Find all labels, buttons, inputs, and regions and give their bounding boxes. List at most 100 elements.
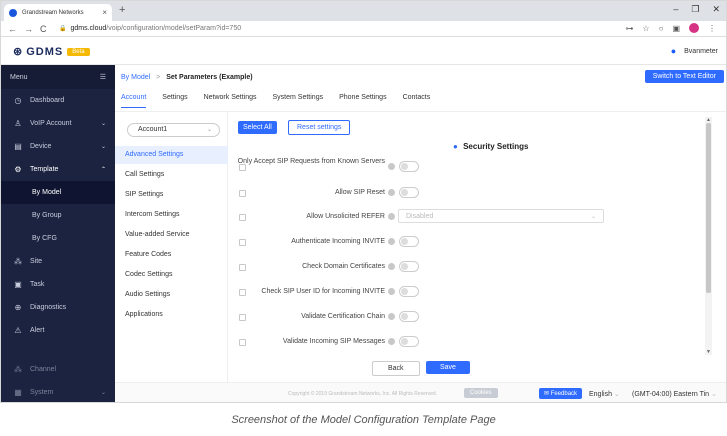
sidebar-item-site[interactable]: ⁂ Site	[1, 250, 115, 273]
browser-menu-icon[interactable]: ⋮	[708, 24, 716, 33]
breadcrumb-link[interactable]: By Model	[121, 74, 150, 81]
extension-icon[interactable]: ▣	[672, 24, 680, 33]
reset-settings-button[interactable]: Reset settings	[288, 120, 351, 135]
list-item-applications[interactable]: Applications	[115, 306, 228, 324]
sidebar-subitem-by-cfg[interactable]: By CFG	[1, 227, 115, 250]
cookies-button[interactable]: Cookies	[464, 388, 498, 398]
switch-to-text-editor-button[interactable]: Switch to Text Editor	[644, 70, 724, 83]
back-button[interactable]: Back	[372, 361, 420, 376]
system-icon: ▦	[14, 388, 22, 397]
setting-label: Validate Incoming SIP Messages	[282, 338, 385, 345]
scroll-down-icon[interactable]: ▼	[705, 349, 712, 355]
close-window-icon[interactable]: ✕	[712, 4, 720, 15]
copyright-text: Copyright © 2019 Grandstream Networks, I…	[288, 391, 438, 397]
footer: Copyright © 2019 Grandstream Networks, I…	[115, 382, 726, 402]
list-item-sip-settings[interactable]: SIP Settings	[115, 186, 228, 204]
main-content: By Model > Set Parameters (Example) Swit…	[115, 65, 726, 402]
list-item-intercom-settings[interactable]: Intercom Settings	[115, 206, 228, 224]
bell-icon[interactable]: ●	[671, 46, 676, 56]
maximize-icon[interactable]: ❐	[691, 4, 699, 15]
timezone-select[interactable]: (GMT-04:00) Eastern Tin ⌄	[632, 390, 717, 398]
setting-toggle[interactable]	[399, 286, 419, 297]
setting-toggle[interactable]	[399, 261, 419, 272]
save-button[interactable]: Save	[426, 361, 470, 374]
minimize-icon[interactable]: –	[673, 4, 678, 15]
scrollbar-thumb[interactable]	[706, 123, 711, 293]
tab-account[interactable]: Account	[121, 94, 147, 108]
sidebar-item-alert[interactable]: ⚠ Alert	[1, 319, 115, 342]
setting-row: Validate Incoming SIP Messages	[233, 333, 703, 353]
gdms-logo[interactable]: ⊛ GDMS Beta	[13, 45, 90, 58]
diagnostics-icon: ⊕	[14, 303, 22, 312]
tab-contacts[interactable]: Contacts	[403, 94, 431, 108]
star-icon[interactable]: ☆	[642, 24, 649, 33]
help-icon[interactable]	[388, 263, 395, 270]
help-icon[interactable]	[388, 238, 395, 245]
setting-toggle[interactable]	[399, 187, 419, 198]
list-item-audio-settings[interactable]: Audio Settings	[115, 286, 228, 304]
setting-toggle[interactable]	[399, 236, 419, 247]
setting-select[interactable]: Disabled ⌄	[398, 209, 604, 223]
browser-tab-strip: Grandstream Networks × + – ❐ ✕	[1, 1, 726, 21]
circle-icon[interactable]: ○	[659, 24, 664, 33]
setting-row: Check SIP User ID for Incoming INVITE	[233, 283, 703, 303]
list-item-call-settings[interactable]: Call Settings	[115, 166, 228, 184]
page-title: Set Parameters (Example)	[166, 74, 253, 81]
tab-system-settings[interactable]: System Settings	[273, 94, 324, 108]
sidebar-item-dashboard[interactable]: ◷ Dashboard	[1, 89, 115, 112]
forward-arrow-icon[interactable]: →	[24, 24, 33, 34]
setting-toggle[interactable]	[399, 336, 419, 347]
language-select[interactable]: English ⌄	[589, 390, 620, 398]
username[interactable]: Bvanmeter	[684, 48, 718, 55]
account-select-value: Account1	[138, 126, 168, 133]
help-icon[interactable]	[388, 189, 395, 196]
account-select[interactable]: Account1 ⌄	[127, 123, 220, 137]
list-item-feature-codes[interactable]: Feature Codes	[115, 246, 228, 264]
setting-toggle[interactable]	[399, 311, 419, 322]
sidebar-item-system[interactable]: ▦ System ⌄	[1, 381, 115, 402]
tab-phone-settings[interactable]: Phone Settings	[339, 94, 386, 108]
tab-network-settings[interactable]: Network Settings	[204, 94, 257, 108]
help-icon[interactable]	[388, 313, 395, 320]
list-item-value-added-service[interactable]: Value-added Service	[115, 226, 228, 244]
sidebar-subitem-by-group[interactable]: By Group	[1, 204, 115, 227]
back-arrow-icon[interactable]: ←	[8, 24, 17, 34]
list-item-advanced-settings[interactable]: Advanced Settings	[115, 146, 228, 164]
browser-tab[interactable]: Grandstream Networks ×	[4, 4, 112, 21]
help-icon[interactable]	[388, 288, 395, 295]
browser-extensions: ⊶ ☆ ○ ▣ ⋮	[625, 23, 716, 33]
window-controls: – ❐ ✕	[673, 4, 720, 15]
setting-toggle[interactable]	[399, 161, 419, 172]
help-icon[interactable]	[388, 163, 395, 170]
setting-row: Authenticate Incoming INVITE	[233, 233, 703, 253]
setting-label: Only Accept SIP Requests from Known Serv…	[237, 158, 385, 165]
new-tab-icon[interactable]: +	[119, 4, 125, 16]
chevron-down-icon: ⌄	[100, 144, 106, 150]
sidebar-item-voip-account[interactable]: ♙ VoIP Account ⌄	[1, 112, 115, 135]
sidebar-item-diagnostics[interactable]: ⊕ Diagnostics	[1, 296, 115, 319]
sidebar-item-channel[interactable]: ⁂ Channel	[1, 358, 115, 381]
tab-title: Grandstream Networks	[22, 9, 84, 16]
feedback-button[interactable]: ✉ Feedback	[539, 388, 583, 399]
chevron-down-icon: ⌄	[590, 214, 596, 220]
sidebar-subitem-by-model[interactable]: By Model	[1, 181, 115, 204]
list-item-codec-settings[interactable]: Codec Settings	[115, 266, 228, 284]
key-icon[interactable]: ⊶	[625, 24, 633, 33]
profile-avatar[interactable]	[689, 23, 699, 33]
tab-close-icon[interactable]: ×	[102, 8, 107, 17]
collapse-menu-icon[interactable]: ☰	[100, 73, 106, 81]
reload-icon[interactable]: C	[40, 24, 47, 34]
tab-settings[interactable]: Settings	[162, 94, 187, 108]
chevron-down-icon: ⌄	[100, 121, 106, 127]
section-dot-icon: ●	[453, 142, 458, 151]
url-field[interactable]: 🔒 gdms.cloud /voip/configuration/model/s…	[59, 23, 241, 35]
sidebar-item-label: VoIP Account	[30, 120, 72, 127]
help-icon[interactable]	[388, 338, 395, 345]
select-all-button[interactable]: Select All	[238, 121, 277, 134]
sidebar-item-device[interactable]: ▤ Device ⌄	[1, 135, 115, 158]
sidebar-item-task[interactable]: ▣ Task	[1, 273, 115, 296]
task-icon: ▣	[14, 280, 22, 289]
help-icon[interactable]	[388, 213, 395, 220]
form-scrollbar[interactable]: ▲ ▼	[705, 117, 712, 355]
sidebar-item-template[interactable]: ⚙ Template ⌃	[1, 158, 115, 181]
